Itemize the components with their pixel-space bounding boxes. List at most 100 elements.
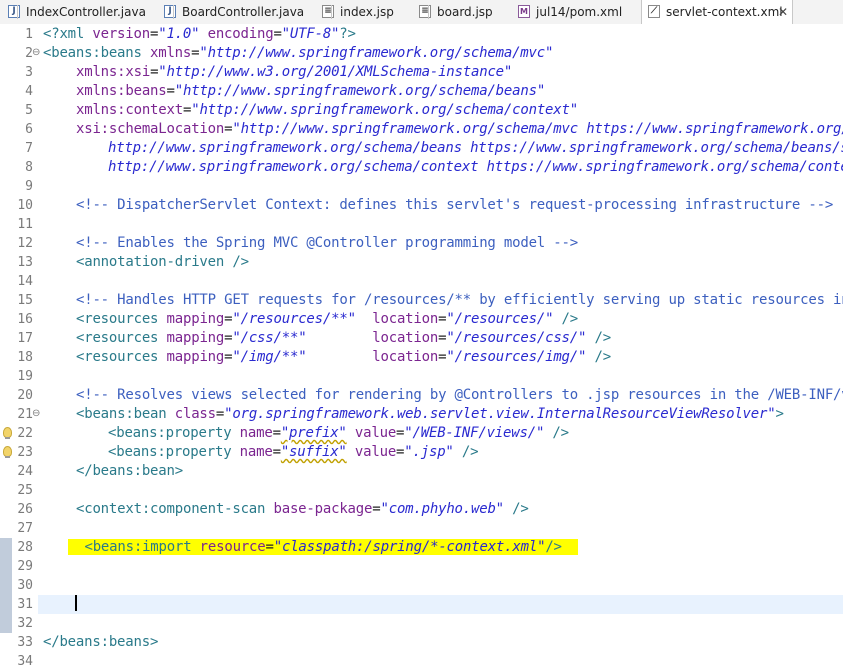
fold-collapse-icon[interactable]: ⊖ bbox=[32, 408, 40, 420]
code-line: 25 bbox=[0, 481, 843, 500]
line-number: 13 bbox=[17, 255, 33, 270]
line-number: 2 bbox=[25, 46, 33, 61]
code-line: 10 <!-- DispatcherServlet Context: defin… bbox=[0, 196, 843, 215]
text-cursor bbox=[75, 595, 77, 611]
code-line: 19 bbox=[0, 367, 843, 386]
xml-source-editor[interactable]: 1 <?xml version="1.0" encoding="UTF-8"?>… bbox=[0, 24, 843, 672]
code-line: 15 <!-- Handles HTTP GET requests for /r… bbox=[0, 291, 843, 310]
line-number: 32 bbox=[17, 616, 33, 631]
line-number: 28 bbox=[17, 540, 33, 555]
line-number: 4 bbox=[25, 84, 33, 99]
code-text: <!-- Handles HTTP GET requests for /reso… bbox=[76, 292, 843, 308]
line-number: 30 bbox=[17, 578, 33, 593]
code-text: <annotation-driven /> bbox=[76, 254, 249, 270]
code-text: <beans:property name="prefix" value="/WE… bbox=[108, 425, 569, 441]
line-number: 23 bbox=[17, 445, 33, 460]
code-line: 33 </beans:beans> bbox=[0, 633, 843, 652]
jsp-file-icon: ≡ bbox=[322, 5, 334, 18]
tab-label: index.jsp bbox=[340, 5, 394, 19]
code-text: <beans:bean class="org.springframework.w… bbox=[76, 406, 784, 422]
code-text: <resources mapping="/resources/**" locat… bbox=[76, 311, 579, 327]
tab-servlet-context-xml[interactable]: ⟋ servlet-context.xml ✕ bbox=[641, 0, 793, 25]
line-number: 26 bbox=[17, 502, 33, 517]
code-line: 16 <resources mapping="/resources/**" lo… bbox=[0, 310, 843, 329]
code-text: xmlns:beans="http://www.springframework.… bbox=[76, 83, 546, 99]
code-line: 6 xsi:schemaLocation="http://www.springf… bbox=[0, 120, 843, 139]
code-line: 1 <?xml version="1.0" encoding="UTF-8"?> bbox=[0, 25, 843, 44]
code-text: http://www.springframework.org/schema/be… bbox=[108, 140, 843, 156]
code-line: 22 <beans:property name="prefix" value="… bbox=[0, 424, 843, 443]
close-tab-icon[interactable]: ✕ bbox=[778, 0, 788, 24]
current-code-line: 31 bbox=[0, 595, 843, 614]
line-number: 16 bbox=[17, 312, 33, 327]
code-line: 8 http://www.springframework.org/schema/… bbox=[0, 158, 843, 177]
line-number: 31 bbox=[17, 597, 33, 612]
code-line: 3 xmlns:xsi="http://www.w3.org/2001/XMLS… bbox=[0, 63, 843, 82]
code-line: 17 <resources mapping="/css/**" location… bbox=[0, 329, 843, 348]
code-text: </beans:bean> bbox=[76, 463, 183, 479]
line-number: 5 bbox=[25, 103, 33, 118]
code-line: 30 bbox=[0, 576, 843, 595]
code-line: 28 <beans:import resource="classpath:/sp… bbox=[0, 538, 843, 557]
line-number: 14 bbox=[17, 274, 33, 289]
code-line: 13 <annotation-driven /> bbox=[0, 253, 843, 272]
jsp-file-icon: ≡ bbox=[419, 5, 431, 18]
code-text: <?xml version="1.0" encoding="UTF-8"?> bbox=[43, 26, 356, 42]
line-number: 8 bbox=[25, 160, 33, 175]
code-line: 32 bbox=[0, 614, 843, 633]
code-line: 12 <!-- Enables the Spring MVC @Controll… bbox=[0, 234, 843, 253]
code-text: <beans:property name="suffix" value=".js… bbox=[108, 444, 479, 460]
line-number: 20 bbox=[17, 388, 33, 403]
code-line: 9 bbox=[0, 177, 843, 196]
code-text: http://www.springframework.org/schema/co… bbox=[108, 159, 843, 175]
code-text: <resources mapping="/css/**" location="/… bbox=[76, 330, 611, 346]
line-number: 12 bbox=[17, 236, 33, 251]
code-line: 18 <resources mapping="/img/**" location… bbox=[0, 348, 843, 367]
code-line: 27 bbox=[0, 519, 843, 538]
line-number: 33 bbox=[17, 635, 33, 650]
line-number: 34 bbox=[17, 654, 33, 669]
line-number: 10 bbox=[17, 198, 33, 213]
fold-collapse-icon[interactable]: ⊖ bbox=[32, 47, 40, 59]
code-line: 5 xmlns:context="http://www.springframew… bbox=[0, 101, 843, 120]
code-text: <!-- DispatcherServlet Context: defines … bbox=[76, 197, 834, 213]
editor-tab-bar: J IndexController.java J BoardController… bbox=[0, 0, 843, 25]
tab-label: board.jsp bbox=[437, 5, 493, 19]
code-text: <context:component-scan base-package="co… bbox=[76, 501, 529, 517]
line-number: 7 bbox=[25, 141, 33, 156]
java-file-icon: J bbox=[164, 5, 176, 18]
tab-label: servlet-context.xml bbox=[666, 5, 783, 19]
line-number: 29 bbox=[17, 559, 33, 574]
code-line: 2 ⊖ <beans:beans xmlns="http://www.spring… bbox=[0, 44, 843, 63]
code-text: <!-- Enables the Spring MVC @Controller … bbox=[76, 235, 578, 251]
line-number: 24 bbox=[17, 464, 33, 479]
code-text: <!-- Resolves views selected for renderi… bbox=[76, 387, 843, 403]
tab-label: IndexController.java bbox=[26, 5, 146, 19]
line-number: 19 bbox=[17, 369, 33, 384]
line-number: 11 bbox=[17, 217, 33, 232]
code-text: <beans:beans xmlns="http://www.springfra… bbox=[43, 45, 554, 61]
code-text: </beans:beans> bbox=[43, 634, 159, 650]
code-line: 26 <context:component-scan base-package=… bbox=[0, 500, 843, 519]
xml-file-icon: ⟋ bbox=[648, 5, 660, 18]
code-line: 21 ⊖ <beans:bean class="org.springframewo… bbox=[0, 405, 843, 424]
line-number: 3 bbox=[25, 65, 33, 80]
tab-label: jul14/pom.xml bbox=[536, 5, 623, 19]
code-text: <resources mapping="/img/**" location="/… bbox=[76, 349, 611, 365]
code-line: 20 <!-- Resolves views selected for rend… bbox=[0, 386, 843, 405]
line-number: 25 bbox=[17, 483, 33, 498]
line-number: 17 bbox=[17, 331, 33, 346]
line-number: 9 bbox=[25, 179, 33, 194]
line-number: 15 bbox=[17, 293, 33, 308]
code-line: 4 xmlns:beans="http://www.springframewor… bbox=[0, 82, 843, 101]
code-line: 11 bbox=[0, 215, 843, 234]
maven-pom-icon: M bbox=[518, 5, 530, 18]
code-text: xmlns:context="http://www.springframewor… bbox=[76, 102, 578, 118]
java-file-icon: J bbox=[8, 5, 20, 18]
code-line: 29 bbox=[0, 557, 843, 576]
line-number: 18 bbox=[17, 350, 33, 365]
code-line: 7 http://www.springframework.org/schema/… bbox=[0, 139, 843, 158]
line-number: 27 bbox=[17, 521, 33, 536]
code-line: 24 </beans:bean> bbox=[0, 462, 843, 481]
line-number: 1 bbox=[25, 27, 33, 42]
